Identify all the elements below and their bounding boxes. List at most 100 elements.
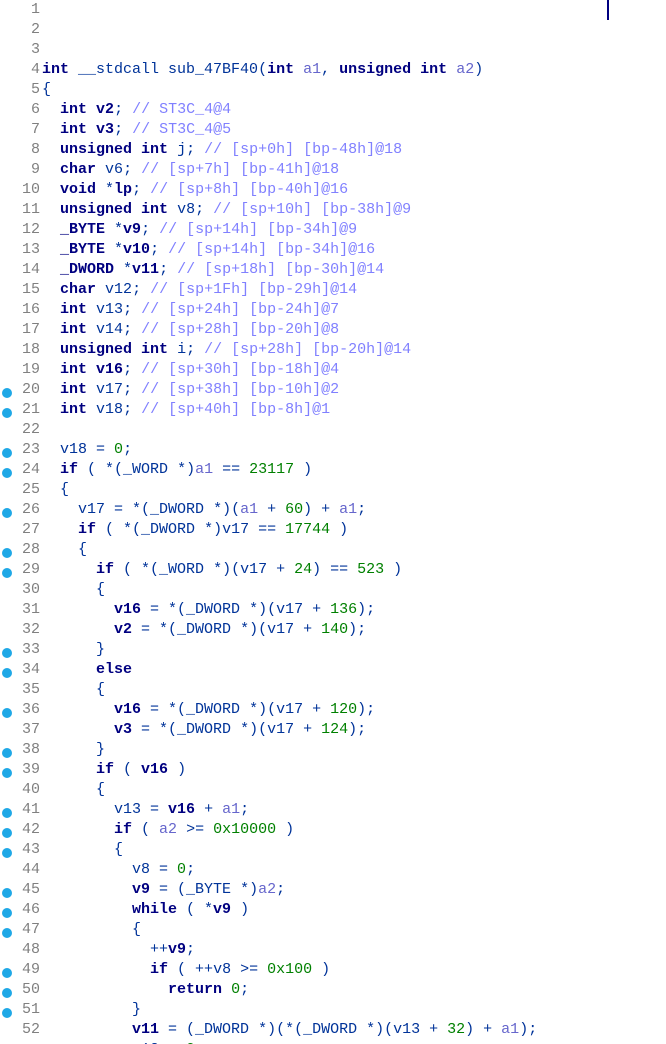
code-line[interactable]: if ( *(_DWORD *)v17 == 17744 ) <box>42 520 666 540</box>
breakpoint-dot-icon[interactable] <box>2 828 12 838</box>
code-line[interactable]: { <box>42 680 666 700</box>
breakpoint-cell[interactable] <box>0 860 14 880</box>
breakpoint-cell[interactable] <box>0 340 14 360</box>
code-line[interactable] <box>42 420 666 440</box>
code-line[interactable]: int __stdcall sub_47BF40(int a1, unsigne… <box>42 60 666 80</box>
breakpoint-cell[interactable] <box>0 960 14 980</box>
code-line[interactable]: { <box>42 580 666 600</box>
code-line[interactable]: while ( *v9 ) <box>42 900 666 920</box>
breakpoint-cell[interactable] <box>0 160 14 180</box>
code-line[interactable]: v11 = (_DWORD *)(*(_DWORD *)(v13 + 32) +… <box>42 1020 666 1040</box>
breakpoint-dot-icon[interactable] <box>2 908 12 918</box>
breakpoint-dot-icon[interactable] <box>2 548 12 558</box>
breakpoint-cell[interactable] <box>0 880 14 900</box>
code-line[interactable]: { <box>42 920 666 940</box>
breakpoint-dot-icon[interactable] <box>2 568 12 578</box>
breakpoint-cell[interactable] <box>0 320 14 340</box>
code-line[interactable]: v17 = *(_DWORD *)(a1 + 60) + a1; <box>42 500 666 520</box>
breakpoint-cell[interactable] <box>0 940 14 960</box>
breakpoint-cell[interactable] <box>0 20 14 40</box>
code-line[interactable]: v16 = *(_DWORD *)(v17 + 120); <box>42 700 666 720</box>
code-line[interactable]: _BYTE *v9; // [sp+14h] [bp-34h]@9 <box>42 220 666 240</box>
code-line[interactable]: { <box>42 540 666 560</box>
breakpoint-cell[interactable] <box>0 480 14 500</box>
code-line[interactable]: v16 = *(_DWORD *)(v17 + 136); <box>42 600 666 620</box>
breakpoint-cell[interactable] <box>0 520 14 540</box>
code-line[interactable]: if ( ++v8 >= 0x100 ) <box>42 960 666 980</box>
breakpoint-cell[interactable] <box>0 600 14 620</box>
breakpoint-cell[interactable] <box>0 260 14 280</box>
breakpoint-dot-icon[interactable] <box>2 848 12 858</box>
breakpoint-cell[interactable] <box>0 100 14 120</box>
code-line[interactable]: } <box>42 1000 666 1020</box>
breakpoint-cell[interactable] <box>0 920 14 940</box>
code-line[interactable]: unsigned int v8; // [sp+10h] [bp-38h]@9 <box>42 200 666 220</box>
code-line[interactable]: { <box>42 840 666 860</box>
breakpoint-cell[interactable] <box>0 0 14 20</box>
breakpoint-cell[interactable] <box>0 380 14 400</box>
code-line[interactable]: int v16; // [sp+30h] [bp-18h]@4 <box>42 360 666 380</box>
code-line[interactable]: int v3; // ST3C_4@5 <box>42 120 666 140</box>
code-line[interactable]: return 0; <box>42 980 666 1000</box>
breakpoint-cell[interactable] <box>0 680 14 700</box>
code-line[interactable]: int v14; // [sp+28h] [bp-20h]@8 <box>42 320 666 340</box>
breakpoint-cell[interactable] <box>0 620 14 640</box>
code-editor[interactable]: 1234567891011121314151617181920212223242… <box>0 0 666 1044</box>
breakpoint-cell[interactable] <box>0 800 14 820</box>
code-line[interactable]: int v13; // [sp+24h] [bp-24h]@7 <box>42 300 666 320</box>
breakpoint-cell[interactable] <box>0 640 14 660</box>
breakpoint-cell[interactable] <box>0 1020 14 1040</box>
code-line[interactable]: v9 = (_BYTE *)a2; <box>42 880 666 900</box>
breakpoint-dot-icon[interactable] <box>2 968 12 978</box>
breakpoint-gutter[interactable] <box>0 0 14 1044</box>
breakpoint-cell[interactable] <box>0 760 14 780</box>
breakpoint-dot-icon[interactable] <box>2 768 12 778</box>
code-line[interactable]: unsigned int i; // [sp+28h] [bp-20h]@14 <box>42 340 666 360</box>
breakpoint-dot-icon[interactable] <box>2 708 12 718</box>
code-line[interactable]: { <box>42 780 666 800</box>
breakpoint-cell[interactable] <box>0 460 14 480</box>
breakpoint-cell[interactable] <box>0 120 14 140</box>
code-line[interactable]: } <box>42 640 666 660</box>
breakpoint-cell[interactable] <box>0 840 14 860</box>
code-line[interactable]: int v18; // [sp+40h] [bp-8h]@1 <box>42 400 666 420</box>
breakpoint-cell[interactable] <box>0 500 14 520</box>
breakpoint-dot-icon[interactable] <box>2 888 12 898</box>
breakpoint-dot-icon[interactable] <box>2 748 12 758</box>
breakpoint-cell[interactable] <box>0 980 14 1000</box>
code-line[interactable]: v13 = v16 + a1; <box>42 800 666 820</box>
breakpoint-cell[interactable] <box>0 1000 14 1020</box>
breakpoint-cell[interactable] <box>0 660 14 680</box>
code-line[interactable]: v18 = 0; <box>42 440 666 460</box>
breakpoint-cell[interactable] <box>0 60 14 80</box>
breakpoint-cell[interactable] <box>0 440 14 460</box>
breakpoint-dot-icon[interactable] <box>2 648 12 658</box>
breakpoint-cell[interactable] <box>0 300 14 320</box>
breakpoint-dot-icon[interactable] <box>2 928 12 938</box>
code-line[interactable]: v3 = *(_DWORD *)(v17 + 124); <box>42 720 666 740</box>
breakpoint-cell[interactable] <box>0 900 14 920</box>
code-line[interactable]: { <box>42 480 666 500</box>
breakpoint-dot-icon[interactable] <box>2 988 12 998</box>
breakpoint-cell[interactable] <box>0 220 14 240</box>
code-line[interactable]: char v6; // [sp+7h] [bp-41h]@18 <box>42 160 666 180</box>
breakpoint-dot-icon[interactable] <box>2 448 12 458</box>
breakpoint-cell[interactable] <box>0 240 14 260</box>
code-line[interactable]: v8 = 0; <box>42 860 666 880</box>
breakpoint-cell[interactable] <box>0 700 14 720</box>
breakpoint-cell[interactable] <box>0 740 14 760</box>
breakpoint-dot-icon[interactable] <box>2 468 12 478</box>
breakpoint-cell[interactable] <box>0 580 14 600</box>
code-line[interactable]: if ( *(_WORD *)(v17 + 24) == 523 ) <box>42 560 666 580</box>
code-line[interactable]: if ( v16 ) <box>42 760 666 780</box>
breakpoint-dot-icon[interactable] <box>2 388 12 398</box>
breakpoint-cell[interactable] <box>0 780 14 800</box>
breakpoint-cell[interactable] <box>0 820 14 840</box>
code-area[interactable]: int __stdcall sub_47BF40(int a1, unsigne… <box>42 0 666 1044</box>
breakpoint-cell[interactable] <box>0 360 14 380</box>
code-line[interactable]: _BYTE *v10; // [sp+14h] [bp-34h]@16 <box>42 240 666 260</box>
code-line[interactable]: int v17; // [sp+38h] [bp-10h]@2 <box>42 380 666 400</box>
code-line[interactable]: int v2; // ST3C_4@4 <box>42 100 666 120</box>
breakpoint-cell[interactable] <box>0 80 14 100</box>
breakpoint-cell[interactable] <box>0 200 14 220</box>
